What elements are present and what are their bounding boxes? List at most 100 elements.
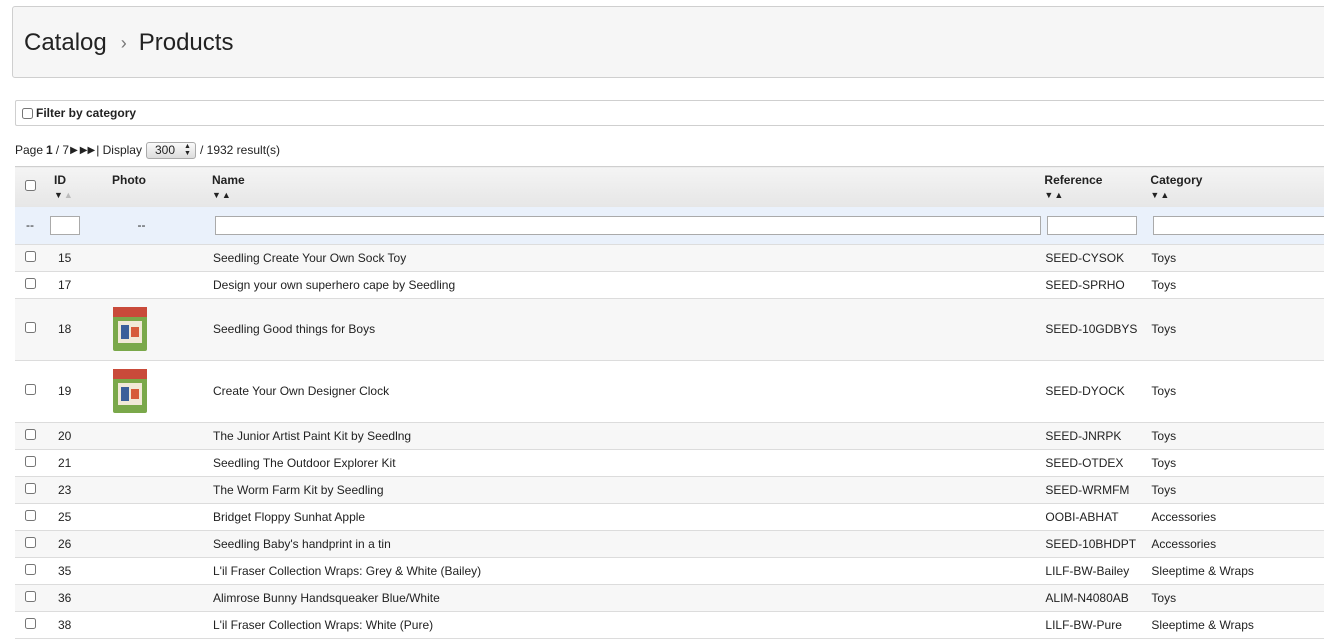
- row-reference: SEED-10GDBYS: [1044, 298, 1151, 361]
- row-category: Accessories: [1150, 503, 1324, 531]
- product-thumbnail[interactable]: [110, 367, 150, 415]
- row-photo: [100, 298, 212, 361]
- row-reference: SEED-10BHDPT: [1044, 530, 1151, 558]
- row-name[interactable]: L'il Fraser Collection Wraps: Grey & Whi…: [212, 557, 1045, 585]
- filter-dash: --: [15, 206, 45, 245]
- page-separator: /: [55, 143, 60, 157]
- row-photo: [100, 557, 212, 585]
- row-checkbox[interactable]: [24, 250, 36, 262]
- row-photo: [100, 271, 212, 299]
- table-row[interactable]: 38 L'il Fraser Collection Wraps: White (…: [15, 611, 1324, 639]
- row-id: 25: [45, 503, 100, 531]
- row-name[interactable]: Seedling Create Your Own Sock Toy: [212, 244, 1045, 272]
- row-category: Accessories: [1150, 530, 1324, 558]
- row-id: 36: [45, 584, 100, 612]
- page-title: Products: [138, 29, 234, 56]
- row-checkbox[interactable]: [24, 277, 36, 289]
- table-row[interactable]: 26 Seedling Baby's handprint in a tin SE…: [15, 530, 1324, 558]
- sort-arrows-icon[interactable]: ▼▲: [1150, 190, 1324, 200]
- table-row[interactable]: 35 L'il Fraser Collection Wraps: Grey & …: [15, 557, 1324, 585]
- row-name[interactable]: Seedling Good things for Boys: [212, 298, 1045, 361]
- row-checkbox[interactable]: [24, 428, 36, 440]
- col-name-label[interactable]: Name: [212, 173, 245, 187]
- table-row[interactable]: 20 The Junior Artist Paint Kit by Seedln…: [15, 422, 1324, 450]
- row-name[interactable]: Seedling The Outdoor Explorer Kit: [212, 449, 1045, 477]
- select-all-checkbox[interactable]: [24, 179, 36, 191]
- sort-arrows-icon[interactable]: ▼▲: [212, 190, 1044, 200]
- row-photo: [100, 611, 212, 639]
- row-checkbox[interactable]: [24, 322, 36, 333]
- col-photo: Photo: [100, 166, 212, 207]
- filter-name-input[interactable]: [215, 215, 1041, 235]
- row-checkbox[interactable]: [24, 455, 36, 467]
- table-row[interactable]: 17 Design your own superhero cape by See…: [15, 271, 1324, 299]
- filter-reference-cell: [1044, 206, 1151, 245]
- row-checkbox[interactable]: [24, 482, 36, 494]
- current-page: 1: [46, 143, 53, 157]
- filter-by-category-label[interactable]: Filter by category: [36, 106, 136, 120]
- table-row[interactable]: 23 The Worm Farm Kit by Seedling SEED-WR…: [15, 476, 1324, 504]
- row-checkbox[interactable]: [24, 617, 36, 629]
- row-name[interactable]: Bridget Floppy Sunhat Apple: [212, 503, 1045, 531]
- col-category-label[interactable]: Category: [1150, 173, 1202, 187]
- sort-arrows-icon[interactable]: ▼▲: [1044, 190, 1150, 200]
- table-row[interactable]: 18 Seedling Good things for Boys SEED-10…: [15, 298, 1324, 361]
- table-row[interactable]: 19 Create Your Own Designer Clock SEED-D…: [15, 360, 1324, 423]
- filter-reference-input[interactable]: [1047, 215, 1138, 235]
- row-reference: SEED-JNRPK: [1044, 422, 1151, 450]
- row-reference: LILF-BW-Bailey: [1044, 557, 1151, 585]
- sort-arrows-icon[interactable]: ▼▲: [54, 190, 100, 200]
- per-page-value: 300: [154, 143, 176, 157]
- row-category: Toys: [1150, 360, 1324, 423]
- next-page-icon[interactable]: ▶: [70, 145, 78, 156]
- row-category: Toys: [1150, 449, 1324, 477]
- table-row[interactable]: 21 Seedling The Outdoor Explorer Kit SEE…: [15, 449, 1324, 477]
- filter-by-category-checkbox[interactable]: [22, 107, 33, 119]
- table-row[interactable]: 15 Seedling Create Your Own Sock Toy SEE…: [15, 244, 1324, 272]
- col-reference-label[interactable]: Reference: [1044, 173, 1102, 187]
- row-photo: [100, 244, 212, 272]
- per-page-select[interactable]: 300 ▲ ▼: [145, 141, 196, 159]
- table-row[interactable]: 36 Alimrose Bunny Handsqueaker Blue/Whit…: [15, 584, 1324, 612]
- row-select-cell: [15, 476, 45, 504]
- filter-category-input[interactable]: [1153, 215, 1324, 235]
- row-checkbox[interactable]: [24, 536, 36, 548]
- row-name[interactable]: The Junior Artist Paint Kit by Seedlng: [212, 422, 1045, 450]
- row-name[interactable]: L'il Fraser Collection Wraps: White (Pur…: [212, 611, 1045, 639]
- table-header-row: ID ▼▲ Photo Name ▼▲ Reference ▼▲ Categor…: [15, 166, 1324, 207]
- filter-by-category-panel: Filter by category: [15, 100, 1324, 126]
- row-id: 20: [45, 422, 100, 450]
- row-name[interactable]: The Worm Farm Kit by Seedling: [212, 476, 1045, 504]
- row-name[interactable]: Create Your Own Designer Clock: [212, 360, 1045, 423]
- row-checkbox[interactable]: [24, 563, 36, 575]
- table-row[interactable]: 25 Bridget Floppy Sunhat Apple OOBI-ABHA…: [15, 503, 1324, 531]
- last-page-icon[interactable]: ▶▶: [80, 145, 95, 156]
- col-id-label[interactable]: ID: [54, 173, 66, 187]
- row-photo: [100, 360, 212, 423]
- row-category: Toys: [1150, 422, 1324, 450]
- row-select-cell: [15, 449, 45, 477]
- row-reference: SEED-CYSOK: [1044, 244, 1151, 272]
- row-name[interactable]: Design your own superhero cape by Seedli…: [212, 271, 1045, 299]
- results-count: / 1932 result(s): [199, 143, 281, 157]
- products-table: ID ▼▲ Photo Name ▼▲ Reference ▼▲ Categor…: [15, 166, 1324, 639]
- row-reference: SEED-DYOCK: [1044, 360, 1151, 423]
- row-checkbox[interactable]: [24, 590, 36, 602]
- row-reference: SEED-WRMFM: [1044, 476, 1151, 504]
- row-category: Toys: [1150, 298, 1324, 361]
- row-name[interactable]: Seedling Baby's handprint in a tin: [212, 530, 1045, 558]
- row-select-cell: [15, 360, 45, 423]
- row-reference: SEED-OTDEX: [1044, 449, 1151, 477]
- row-checkbox[interactable]: [24, 509, 36, 521]
- filter-photo-dash: --: [100, 206, 212, 245]
- row-reference: ALIM-N4080AB: [1044, 584, 1151, 612]
- row-photo: [100, 476, 212, 504]
- filter-id-input[interactable]: [50, 215, 80, 235]
- row-name[interactable]: Alimrose Bunny Handsqueaker Blue/White: [212, 584, 1045, 612]
- col-category: Category ▼▲: [1150, 166, 1324, 207]
- row-checkbox[interactable]: [24, 384, 36, 395]
- breadcrumb-catalog[interactable]: Catalog: [24, 29, 107, 56]
- row-id: 26: [45, 530, 100, 558]
- product-thumbnail[interactable]: [110, 305, 150, 353]
- col-name: Name ▼▲: [212, 166, 1045, 207]
